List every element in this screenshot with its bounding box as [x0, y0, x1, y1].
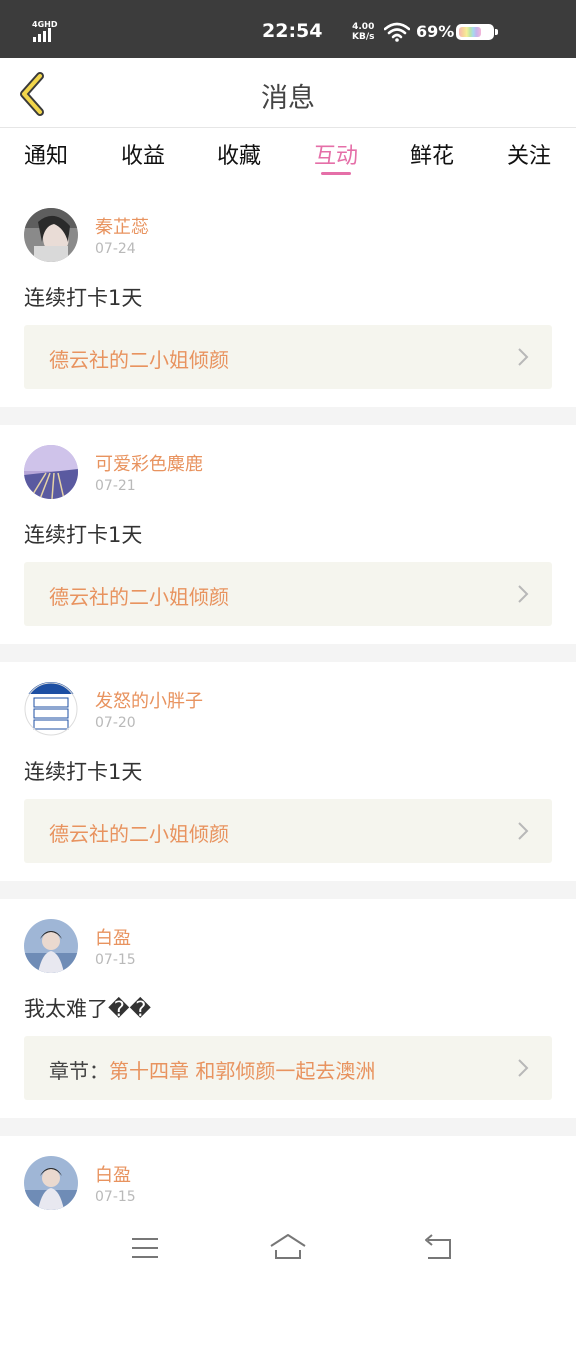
- tab-bar: 通知 收益 收藏 互动 鲜花 关注: [0, 128, 576, 180]
- divider: [0, 881, 576, 899]
- avatar[interactable]: [24, 919, 78, 973]
- network-speed: 4.00 KB/s: [352, 22, 374, 42]
- header: 消息: [0, 58, 576, 128]
- reference-title: 德云社的二小姐倾颜: [49, 585, 229, 609]
- username[interactable]: 发怒的小胖子: [95, 687, 203, 713]
- return-icon: [425, 1234, 451, 1259]
- chapter-reference[interactable]: 章节：第十四章 和郭倾颜一起去澳洲: [24, 1036, 552, 1100]
- message-date: 07-15: [95, 952, 136, 968]
- back-nav-button[interactable]: [418, 1230, 458, 1266]
- avatar[interactable]: [24, 445, 78, 499]
- chevron-right-icon: [518, 348, 529, 366]
- avatar[interactable]: [24, 208, 78, 262]
- chapter-reference-text: 章节：第十四章 和郭倾颜一起去澳洲: [49, 1055, 375, 1084]
- chevron-right-icon: [518, 585, 529, 603]
- message-date: 07-21: [95, 478, 136, 494]
- book-reference[interactable]: 德云社的二小姐倾颜: [24, 562, 552, 626]
- message-card: 秦芷蕊 07-24 连续打卡1天 德云社的二小姐倾颜: [0, 188, 576, 407]
- clock: 22:54: [262, 20, 323, 42]
- chevron-right-icon: [518, 822, 529, 840]
- reference-title: 德云社的二小姐倾颜: [49, 348, 229, 372]
- avatar[interactable]: [24, 682, 78, 736]
- divider: [0, 407, 576, 425]
- status-bar: 4GHD 22:54 4.00 KB/s 69%: [0, 0, 576, 58]
- page-title: 消息: [261, 83, 315, 114]
- book-reference-text: 德云社的二小姐倾颜: [49, 581, 229, 610]
- username[interactable]: 可爱彩色麋鹿: [95, 450, 203, 476]
- tab-following[interactable]: 关注: [507, 138, 551, 170]
- username[interactable]: 秦芷蕊: [95, 213, 149, 239]
- network-type: 4GHD: [32, 20, 58, 29]
- tab-favorites[interactable]: 收藏: [217, 138, 261, 170]
- network-speed-unit: KB/s: [352, 32, 375, 42]
- battery-percent: 69%: [416, 22, 455, 41]
- tab-earnings[interactable]: 收益: [121, 138, 165, 170]
- menu-button[interactable]: [125, 1230, 165, 1266]
- message-card: 白盈 07-15 我太难了�� 章节：第十四章 和郭倾颜一起去澳洲: [0, 899, 576, 1118]
- battery-tip: [495, 29, 498, 35]
- network-speed-value: 4.00: [352, 22, 375, 32]
- active-tab-indicator: [321, 172, 351, 175]
- home-button[interactable]: [268, 1230, 308, 1266]
- battery-icon: [456, 24, 494, 40]
- battery-fill: [459, 27, 481, 37]
- menu-icon: [132, 1238, 158, 1258]
- tab-interactions[interactable]: 互动: [314, 138, 358, 170]
- home-icon: [270, 1234, 306, 1259]
- book-reference-text: 德云社的二小姐倾颜: [49, 818, 229, 847]
- book-reference[interactable]: 德云社的二小姐倾颜: [24, 325, 552, 389]
- message-card: 可爱彩色麋鹿 07-21 连续打卡1天 德云社的二小姐倾颜: [0, 425, 576, 644]
- reference-title: 第十四章 和郭倾颜一起去澳洲: [109, 1059, 376, 1083]
- wifi-icon: [383, 22, 411, 42]
- username[interactable]: 白盈: [95, 924, 131, 950]
- reference-prefix: 章节：: [49, 1059, 109, 1083]
- message-text: 连续打卡1天: [24, 523, 143, 547]
- message-text: 连续打卡1天: [24, 286, 143, 310]
- message-date: 07-20: [95, 715, 136, 731]
- tab-flowers[interactable]: 鲜花: [410, 138, 454, 170]
- tab-notifications[interactable]: 通知: [24, 138, 68, 170]
- avatar[interactable]: [24, 1156, 78, 1210]
- cellular-signal-icon: 4GHD: [31, 20, 61, 44]
- chevron-right-icon: [518, 1059, 529, 1077]
- message-date: 07-15: [95, 1189, 136, 1205]
- divider: [0, 644, 576, 662]
- message-text: 连续打卡1天: [24, 760, 143, 784]
- message-list: 秦芷蕊 07-24 连续打卡1天 德云社的二小姐倾颜 可爱彩色麋鹿 07-21 …: [0, 188, 576, 1355]
- reference-title: 德云社的二小姐倾颜: [49, 822, 229, 846]
- system-nav-bar: [0, 1216, 576, 1280]
- book-reference[interactable]: 德云社的二小姐倾颜: [24, 799, 552, 863]
- username[interactable]: 白盈: [95, 1161, 131, 1187]
- message-text: 我太难了��: [24, 997, 152, 1021]
- divider: [0, 1118, 576, 1136]
- message-date: 07-24: [95, 241, 136, 257]
- message-card: 发怒的小胖子 07-20 连续打卡1天 德云社的二小姐倾颜: [0, 662, 576, 881]
- book-reference-text: 德云社的二小姐倾颜: [49, 344, 229, 373]
